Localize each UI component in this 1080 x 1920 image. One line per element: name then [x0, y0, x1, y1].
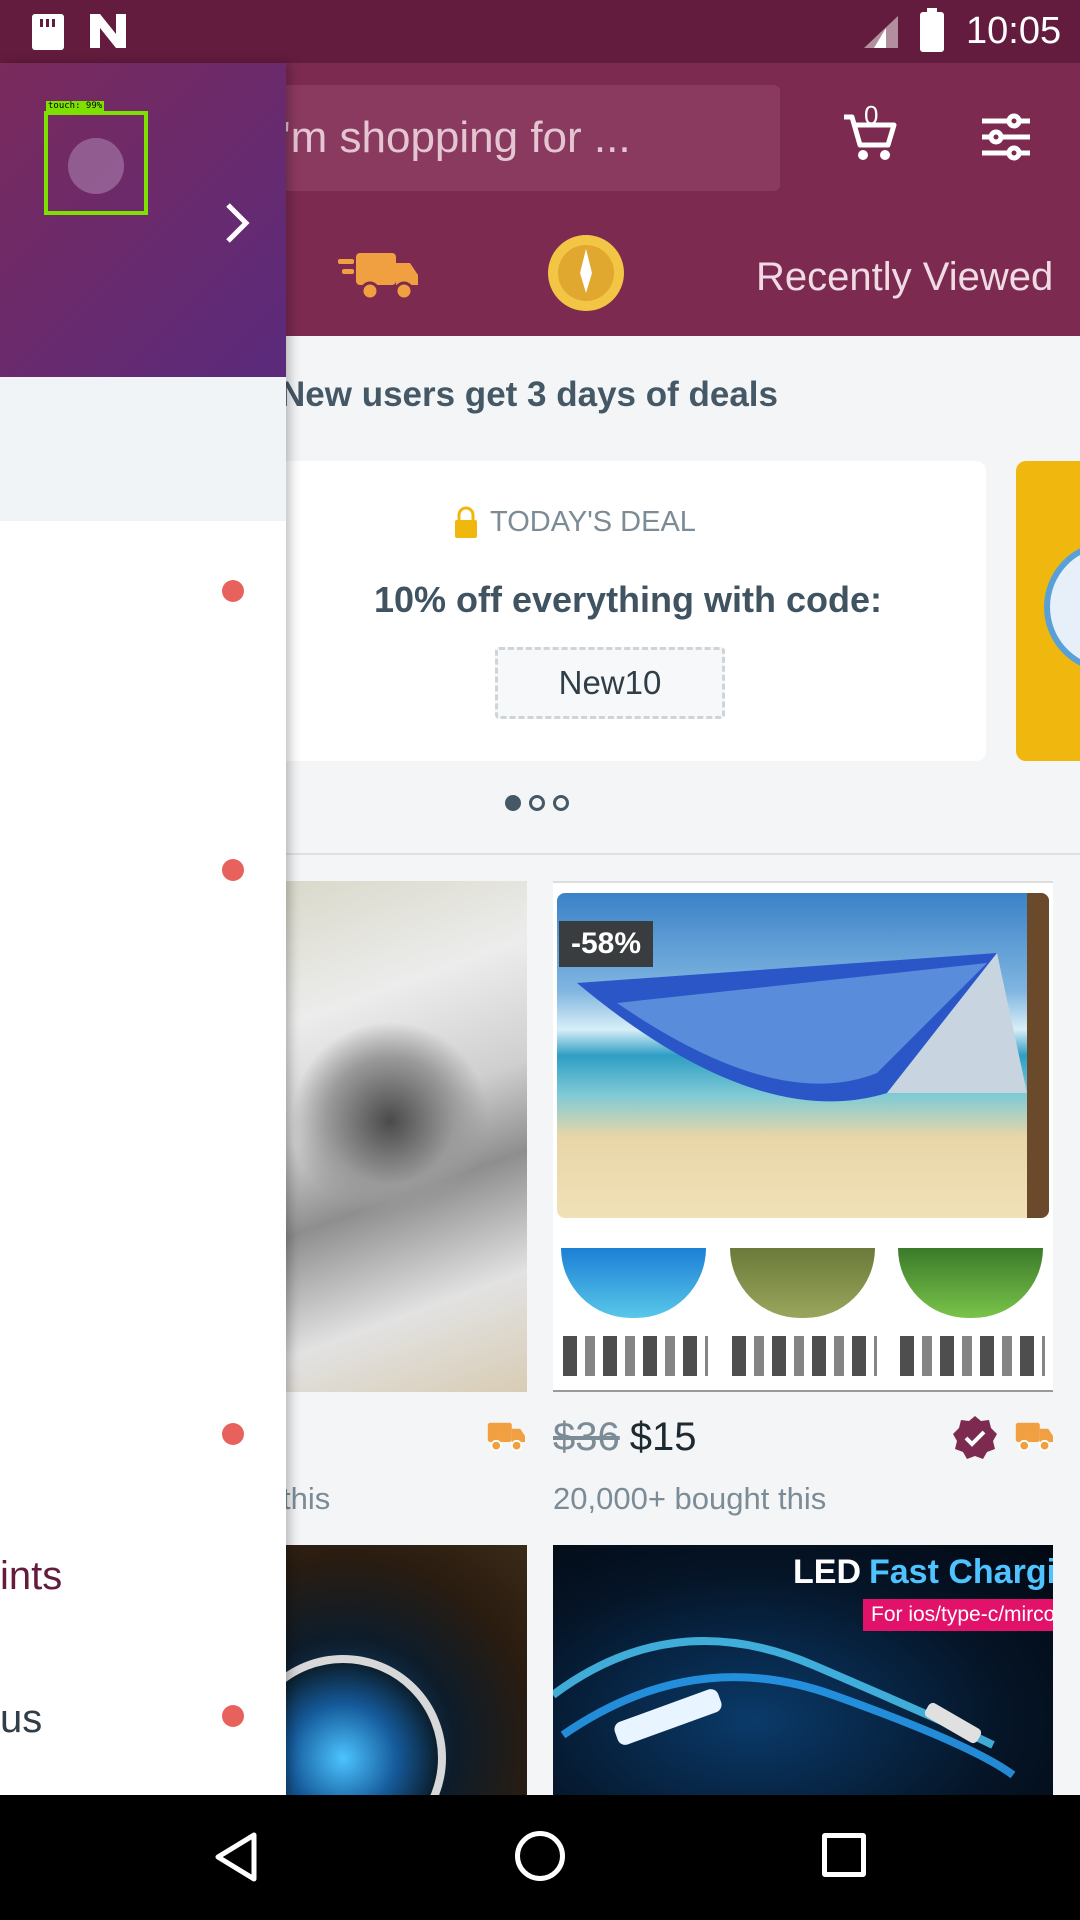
- price-row: $36 $15: [553, 1415, 697, 1460]
- product-image-led-cable[interactable]: LEDFast Charging For ios/type-c/mirco: [553, 1545, 1053, 1795]
- drawer-band: [0, 377, 286, 521]
- lock-icon: [455, 506, 477, 538]
- clock: 10:05: [966, 10, 1062, 52]
- deal-card[interactable]: TODAY'S DEAL 10% off everything with cod…: [270, 461, 986, 761]
- recent-apps-icon[interactable]: [822, 1833, 866, 1877]
- notification-dot: [222, 859, 244, 881]
- search-input[interactable]: I'm shopping for ...: [240, 85, 780, 191]
- product-image-arc-reactor[interactable]: [270, 1545, 527, 1795]
- fast-shipping-icon: [1015, 1422, 1053, 1452]
- fast-shipping-icon[interactable]: [336, 245, 420, 305]
- thumbnail: [890, 1228, 1054, 1388]
- divider: [270, 853, 1080, 855]
- led-product-badge: For ios/type-c/mirco: [863, 1599, 1053, 1631]
- thumbnail: [553, 1228, 716, 1388]
- led-product-title: LEDFast Charging: [793, 1553, 1053, 1591]
- deal-tag-label: TODAY'S DEAL: [490, 506, 696, 538]
- drawer-header[interactable]: touch: 99%: [0, 63, 286, 377]
- drawer-item-status[interactable]: us: [0, 1697, 42, 1742]
- verified-badge-icon: [953, 1416, 997, 1459]
- status-bar: 10:05: [0, 0, 1080, 63]
- notification-dot: [222, 580, 244, 602]
- coin-icon[interactable]: [546, 233, 626, 313]
- old-price: $36: [553, 1415, 620, 1459]
- touch-label: touch: 99%: [46, 101, 105, 111]
- carousel-dot[interactable]: [505, 795, 521, 811]
- drawer-item-points[interactable]: ints: [0, 1554, 62, 1599]
- discount-badge: -58%: [559, 921, 654, 967]
- next-promo-card[interactable]: [1016, 461, 1080, 761]
- chevron-right-icon[interactable]: [224, 201, 250, 245]
- notification-dot: [222, 1705, 244, 1727]
- back-icon[interactable]: [212, 1831, 260, 1883]
- home-icon[interactable]: [515, 1831, 565, 1881]
- recently-viewed-link[interactable]: Recently Viewed: [756, 255, 1053, 300]
- filter-icon[interactable]: [980, 113, 1032, 161]
- side-drawer: touch: 99% ints us: [0, 63, 286, 1795]
- thumbnail: [721, 1228, 885, 1388]
- signal-icon: [864, 16, 898, 48]
- bought-count: 20,000+ bought this: [553, 1481, 827, 1516]
- n-logo-icon: [90, 14, 126, 48]
- deal-code[interactable]: New10: [495, 647, 725, 719]
- carousel-indicator: [505, 795, 577, 816]
- touch-indicator: [44, 111, 148, 215]
- screen: 10:05 I'm shopping for ... 0 Recently Vi…: [0, 0, 1080, 1920]
- sd-card-icon: [32, 14, 64, 50]
- new-users-headline: New users get 3 days of deals: [280, 375, 778, 414]
- carousel-dot[interactable]: [529, 795, 545, 811]
- deal-title: 10% off everything with code:: [373, 579, 883, 620]
- current-price: $15: [629, 1415, 697, 1459]
- fast-shipping-icon: [487, 1422, 525, 1452]
- product-image-hammock: -58%: [557, 893, 1049, 1218]
- system-nav-bar: [0, 1795, 1080, 1920]
- search-placeholder: I'm shopping for ...: [270, 113, 631, 162]
- battery-icon: [920, 8, 944, 52]
- deal-tag: TODAY'S DEAL: [455, 506, 696, 539]
- cart-count: 0: [864, 100, 879, 130]
- bought-count: this: [282, 1481, 331, 1516]
- notification-dot: [222, 1423, 244, 1445]
- product-card-hammock[interactable]: -58%: [553, 881, 1054, 1392]
- product-image-wolf-bedding[interactable]: [270, 881, 527, 1392]
- product-thumbnails: [553, 1228, 1054, 1388]
- carousel-dot[interactable]: [553, 795, 569, 811]
